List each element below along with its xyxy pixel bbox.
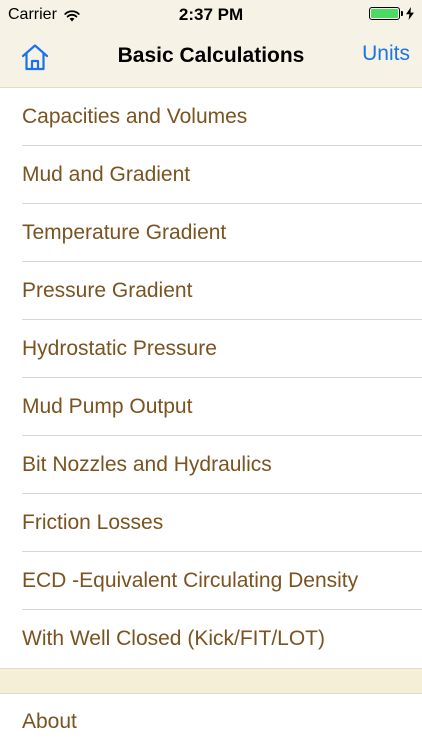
menu-item-temperature-gradient[interactable]: Temperature Gradient — [0, 204, 422, 262]
about-item[interactable]: About — [0, 694, 422, 750]
menu-item-label: With Well Closed (Kick/FIT/LOT) — [22, 627, 325, 650]
status-bar: Carrier 2:37 PM — [0, 0, 422, 30]
menu-item-label: Friction Losses — [22, 511, 164, 534]
navigation-bar: Basic Calculations Units — [0, 30, 422, 86]
menu-item-label: Mud and Gradient — [22, 163, 191, 186]
menu-item-hydrostatic-pressure[interactable]: Hydrostatic Pressure — [0, 320, 422, 378]
battery-indicator — [369, 7, 414, 20]
battery-fill — [371, 9, 398, 18]
about-label: About — [22, 710, 77, 733]
menu-item-mud-gradient[interactable]: Mud and Gradient — [0, 146, 422, 204]
menu-item-label: Bit Nozzles and Hydraulics — [22, 453, 272, 476]
menu-item-label: Capacities and Volumes — [22, 105, 248, 128]
menu-item-well-closed[interactable]: With Well Closed (Kick/FIT/LOT) — [0, 610, 422, 668]
menu-item-label: ECD -Equivalent Circulating Density — [22, 569, 359, 592]
menu-item-label: Mud Pump Output — [22, 395, 193, 418]
battery-tip — [401, 11, 403, 16]
menu-item-capacities-volumes[interactable]: Capacities and Volumes — [0, 88, 422, 146]
menu-item-mud-pump-output[interactable]: Mud Pump Output — [0, 378, 422, 436]
charging-bolt-icon — [406, 7, 414, 20]
section-separator — [0, 668, 422, 694]
page-title: Basic Calculations — [117, 44, 305, 67]
top-area: Carrier 2:37 PM Basic Calculations Units — [0, 0, 422, 88]
battery-icon — [369, 7, 400, 20]
menu-item-friction-losses[interactable]: Friction Losses — [0, 494, 422, 552]
menu-item-bit-nozzles-hydraulics[interactable]: Bit Nozzles and Hydraulics — [0, 436, 422, 494]
calculation-menu: Capacities and Volumes Mud and Gradient … — [0, 88, 422, 668]
menu-item-label: Pressure Gradient — [22, 279, 193, 302]
menu-item-ecd[interactable]: ECD -Equivalent Circulating Density — [0, 552, 422, 610]
menu-item-pressure-gradient[interactable]: Pressure Gradient — [0, 262, 422, 320]
menu-item-label: Temperature Gradient — [22, 221, 227, 244]
status-time: 2:37 PM — [178, 5, 244, 24]
menu-item-label: Hydrostatic Pressure — [22, 337, 217, 360]
units-button[interactable]: Units — [362, 42, 410, 66]
